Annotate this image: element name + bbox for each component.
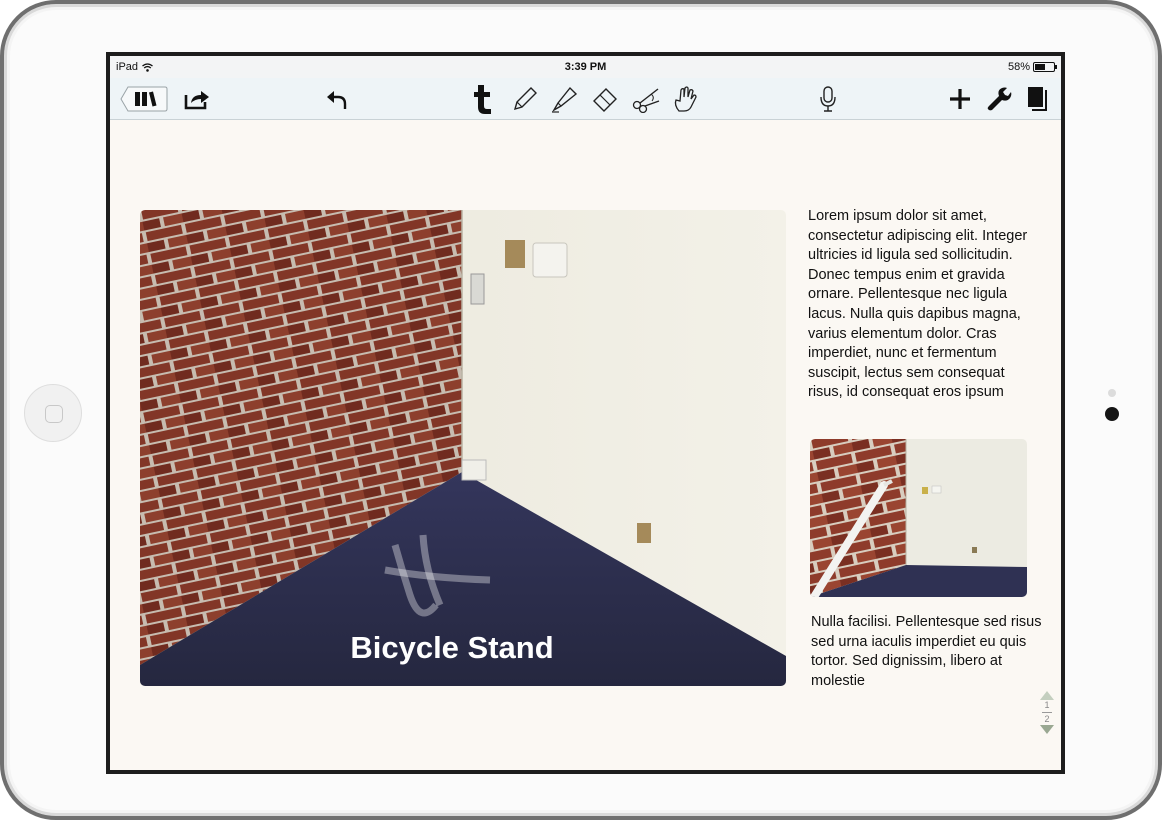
highlighter-icon xyxy=(552,86,578,113)
highlighter-tool-button[interactable] xyxy=(550,83,580,115)
share-button[interactable] xyxy=(182,83,212,115)
paragraph-top[interactable]: Lorem ipsum dolor sit amet, consectetur … xyxy=(808,207,1040,403)
page-navigator: 1 2 xyxy=(1038,691,1056,734)
room-corner-image xyxy=(140,210,786,686)
add-button[interactable] xyxy=(946,83,974,115)
toolbar xyxy=(110,78,1061,120)
settings-button[interactable] xyxy=(985,83,1013,115)
thumbnail-photo[interactable] xyxy=(810,439,1027,597)
microphone-icon xyxy=(820,86,836,112)
ipad-frame: iPad 3:39 PM 58% Bicycle Stand Lorem ips… xyxy=(0,0,1162,820)
status-battery: 58% xyxy=(1007,61,1057,73)
page-separator xyxy=(1042,712,1052,713)
undo-button[interactable] xyxy=(322,83,352,115)
corner-with-rail-image xyxy=(810,439,1027,597)
screen: iPad 3:39 PM 58% Bicycle Stand Lorem ips… xyxy=(106,52,1065,774)
share-icon xyxy=(184,91,209,110)
library-button[interactable] xyxy=(120,83,168,115)
previous-page-arrow-icon[interactable] xyxy=(1040,691,1054,700)
pen-tool-button[interactable] xyxy=(510,83,540,115)
light-sensor xyxy=(1108,389,1116,397)
next-page-arrow-icon[interactable] xyxy=(1040,725,1054,734)
scissors-tool-button[interactable] xyxy=(630,83,662,115)
undo-icon xyxy=(327,91,347,109)
notebook-page[interactable]: Bicycle Stand Lorem ipsum dolor sit amet… xyxy=(110,121,1061,770)
add-icon xyxy=(950,89,970,109)
eraser-icon xyxy=(593,88,617,112)
microphone-button[interactable] xyxy=(816,83,840,115)
text-tool-icon xyxy=(474,85,491,114)
hand-tool-button[interactable] xyxy=(670,83,700,115)
wrench-icon xyxy=(987,87,1012,111)
paragraph-bottom[interactable]: Nulla facilisi. Pellentesque sed risus s… xyxy=(811,613,1043,691)
status-bar: iPad 3:39 PM 58% xyxy=(110,56,1061,78)
photo-caption: Bicycle Stand xyxy=(350,630,554,665)
pen-icon xyxy=(513,87,537,111)
pages-icon xyxy=(1028,87,1047,111)
battery-percent: 58% xyxy=(1007,61,1030,73)
home-button[interactable] xyxy=(24,384,82,442)
hand-icon xyxy=(674,86,697,112)
battery-fill xyxy=(1035,64,1046,70)
front-camera xyxy=(1105,407,1119,421)
home-button-glyph xyxy=(45,405,63,423)
eraser-tool-button[interactable] xyxy=(590,83,620,115)
main-photo[interactable]: Bicycle Stand xyxy=(140,210,786,686)
pages-button[interactable] xyxy=(1024,83,1052,115)
text-tool-button[interactable] xyxy=(470,83,496,115)
library-icon xyxy=(120,86,168,112)
scissors-icon xyxy=(632,88,660,113)
status-time: 3:39 PM xyxy=(564,61,607,73)
current-page-number: 1 xyxy=(1044,700,1050,710)
total-pages: 2 xyxy=(1044,714,1050,724)
battery-icon xyxy=(1033,62,1057,72)
